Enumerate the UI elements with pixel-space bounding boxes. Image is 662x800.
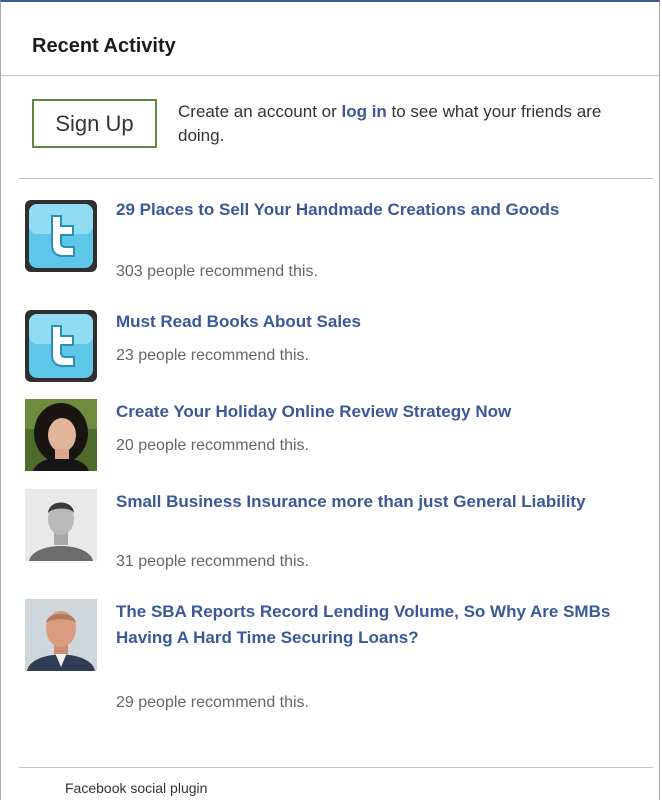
twitter-logo-icon[interactable]	[25, 200, 97, 272]
divider	[19, 767, 653, 768]
divider	[19, 178, 653, 179]
signup-row: Sign Up Create an account or log in to s…	[1, 76, 659, 178]
sign-up-button[interactable]: Sign Up	[32, 99, 157, 148]
item-title-link[interactable]: Must Read Books About Sales	[116, 309, 636, 335]
signup-prompt-prefix: Create an account or	[178, 102, 342, 121]
twitter-logo-icon[interactable]	[25, 310, 97, 382]
item-title-link[interactable]: Create Your Holiday Online Review Strate…	[116, 399, 636, 425]
recommend-count: 23 people recommend this.	[116, 347, 309, 364]
author-avatar[interactable]	[25, 399, 97, 471]
recommend-count: 31 people recommend this.	[116, 553, 309, 570]
author-avatar[interactable]	[25, 599, 97, 671]
recent-activity-widget: Recent Activity Sign Up Create an accoun…	[0, 0, 660, 800]
widget-title: Recent Activity	[32, 35, 176, 57]
widget-header: Recent Activity	[1, 2, 659, 76]
item-title-link[interactable]: The SBA Reports Record Lending Volume, S…	[116, 599, 636, 651]
recommend-count: 20 people recommend this.	[116, 437, 309, 454]
recommend-count: 303 people recommend this.	[116, 263, 318, 280]
author-avatar[interactable]	[25, 489, 97, 561]
footer-plugin-label: Facebook social plugin	[65, 780, 208, 796]
item-title-link[interactable]: Small Business Insurance more than just …	[116, 489, 636, 515]
log-in-link[interactable]: log in	[341, 102, 386, 121]
item-title-link[interactable]: 29 Places to Sell Your Handmade Creation…	[116, 197, 636, 223]
recommend-count: 29 people recommend this.	[116, 694, 309, 711]
signup-prompt: Create an account or log in to see what …	[178, 100, 638, 148]
